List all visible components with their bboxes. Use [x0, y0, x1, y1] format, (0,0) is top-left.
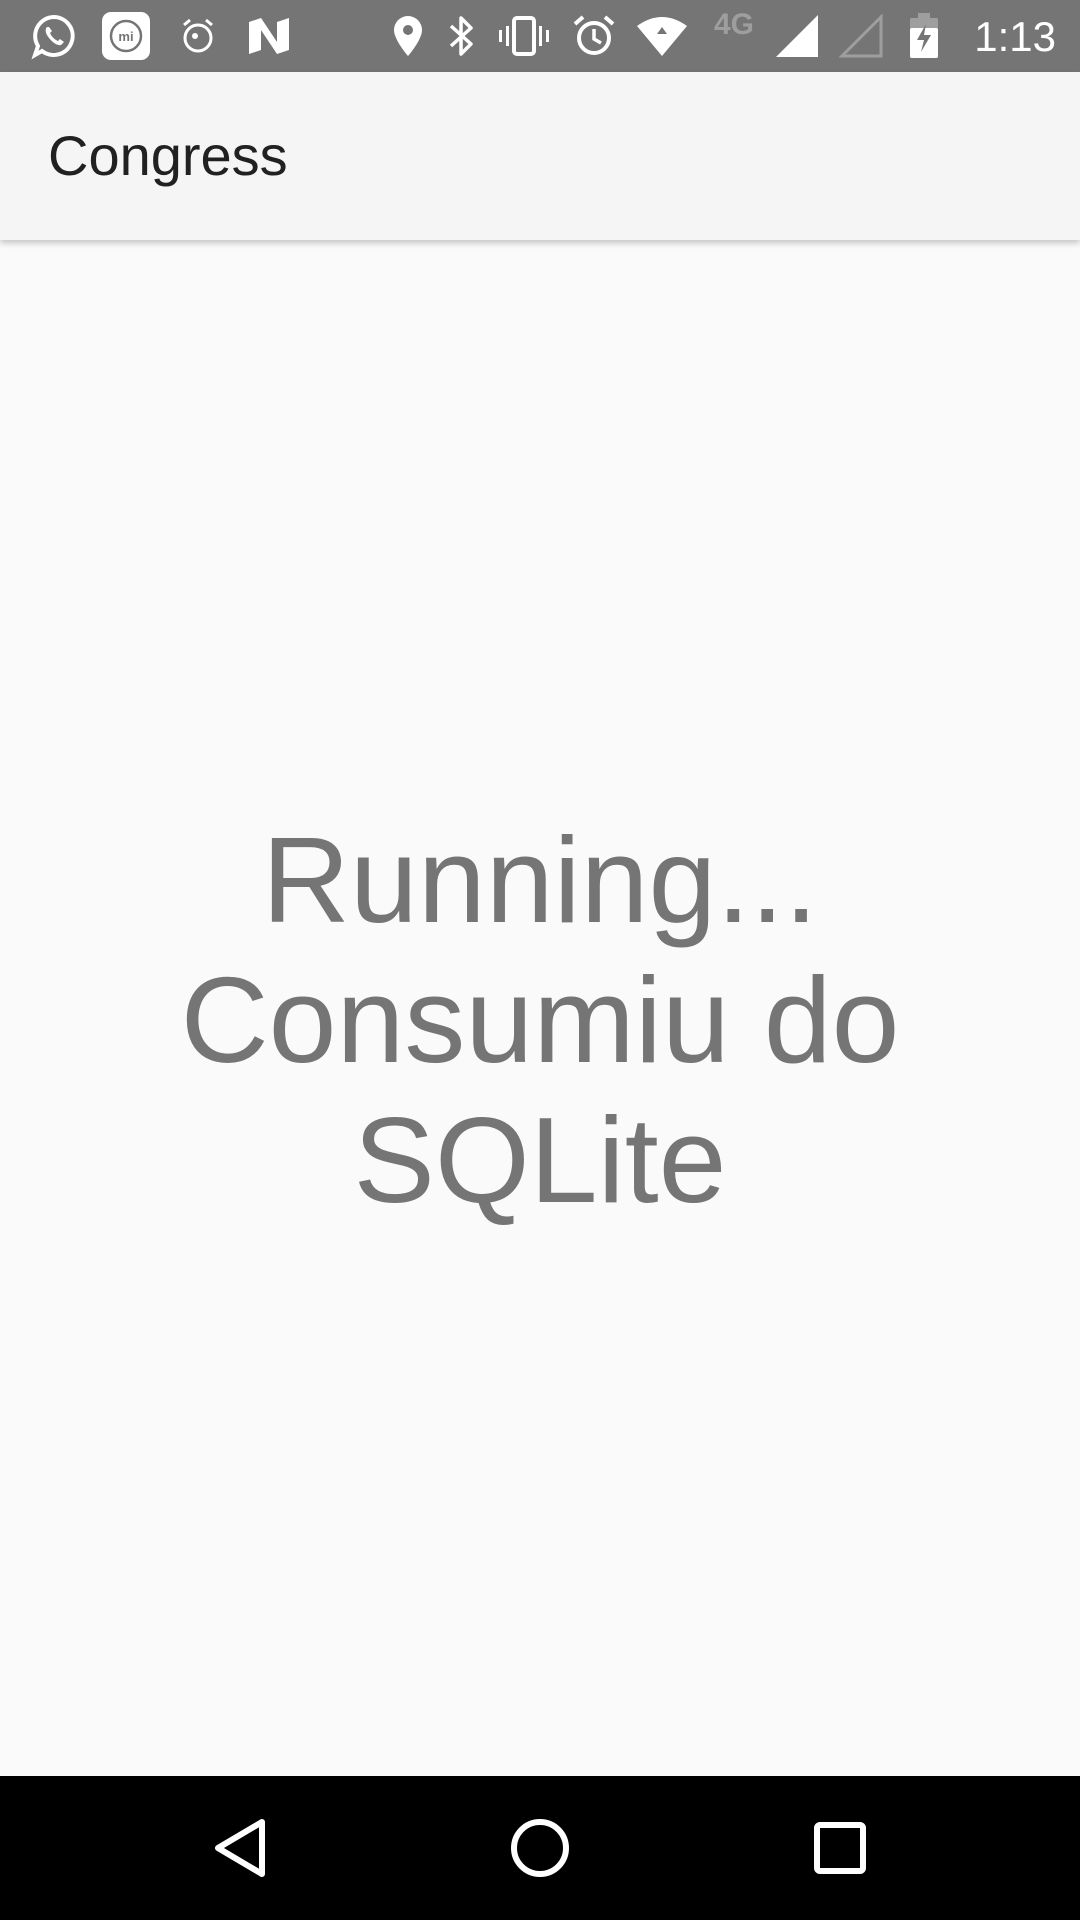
- status-message-line-3: SQLite: [353, 1092, 727, 1228]
- svg-text:mi: mi: [118, 29, 133, 44]
- status-time: 1:13: [974, 13, 1056, 60]
- alarm-clock-icon: [176, 0, 220, 72]
- main-content: Running... Consumiu do SQLite: [0, 240, 1080, 1776]
- app-bar: Congress: [0, 72, 1080, 240]
- navigation-bar: [0, 1776, 1080, 1920]
- network-type-label: 4G: [713, 8, 755, 41]
- mi-icon: mi: [100, 0, 152, 72]
- status-bar: mi 4G 1:13: [0, 0, 1080, 72]
- wifi-icon: [634, 0, 690, 72]
- vibrate-icon: [496, 0, 552, 72]
- whatsapp-icon: [28, 0, 80, 72]
- location-icon: [390, 0, 426, 72]
- bluetooth-icon: [444, 0, 480, 72]
- back-icon: [215, 1819, 265, 1877]
- app-title: Congress: [48, 124, 288, 187]
- status-message-line-1: Running...: [261, 812, 819, 948]
- n-logo-icon: [244, 0, 294, 72]
- recents-icon: [814, 1822, 866, 1874]
- signal-empty-icon: [836, 0, 886, 72]
- network-4g-icon: 4G: [706, 0, 762, 72]
- battery-charging-icon: [904, 0, 944, 72]
- status-message: Running... Consumiu do SQLite: [140, 810, 940, 1230]
- signal-icon: [772, 0, 822, 72]
- recents-button[interactable]: [760, 1776, 920, 1920]
- home-button[interactable]: [460, 1776, 620, 1920]
- back-button[interactable]: [160, 1776, 320, 1920]
- alarm-icon: [570, 0, 618, 72]
- home-icon: [511, 1819, 569, 1877]
- status-message-line-2: Consumiu do: [180, 952, 900, 1088]
